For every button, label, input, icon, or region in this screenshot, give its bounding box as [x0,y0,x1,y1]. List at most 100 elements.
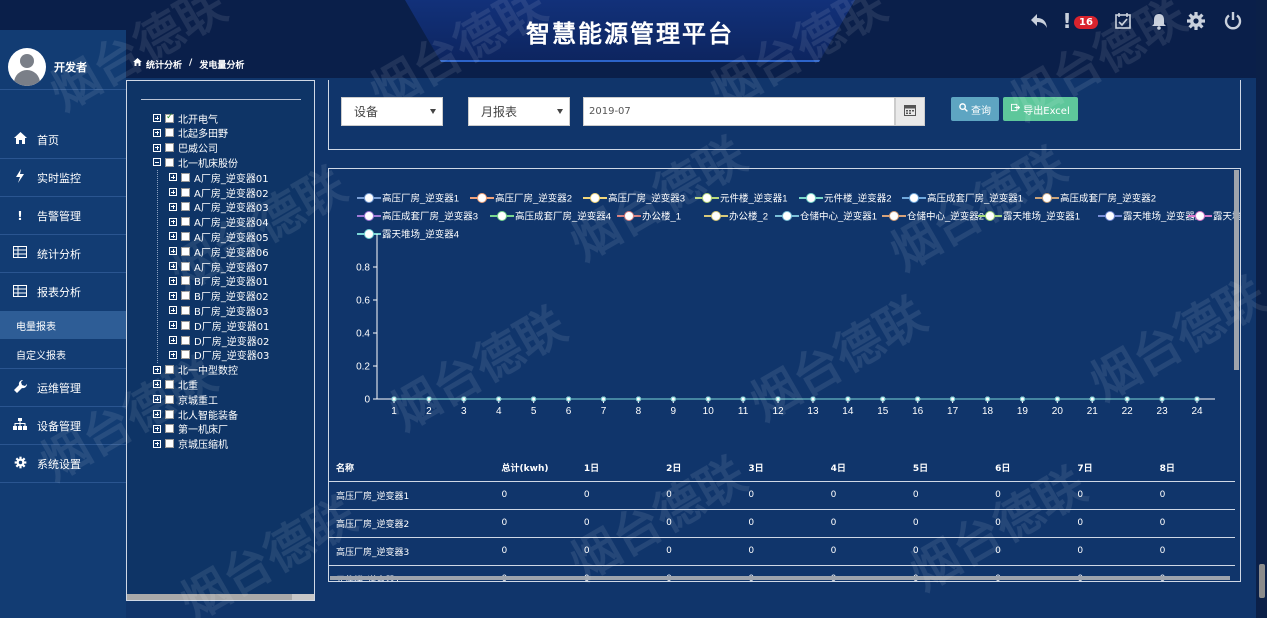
tree-node[interactable]: D厂房_逆变器02 [169,333,269,348]
report-type-select[interactable]: 月报表 [468,97,570,126]
power-icon[interactable] [1222,10,1244,32]
table-cell: 高压厂房_逆变器3 [329,537,495,566]
expand-icon[interactable] [169,336,177,344]
gear-icon[interactable] [1185,10,1207,32]
tree-node[interactable]: 京城压缩机 [153,437,228,451]
menu-item-home[interactable]: 首页 [0,121,126,159]
tree-node-checkbox[interactable] [165,112,174,123]
tree-node-checkbox[interactable] [181,305,190,315]
tree-node[interactable]: A厂房_逆变器06 [169,244,269,259]
avatar[interactable] [8,47,46,86]
date-input[interactable]: 2019-07 [583,97,895,126]
tree-node-checkbox[interactable] [181,291,190,301]
tree-node[interactable]: B厂房_逆变器03 [169,303,269,318]
expand-icon[interactable] [169,306,177,315]
expand-icon[interactable] [169,202,177,211]
collapse-icon[interactable] [153,158,161,167]
alert-icon[interactable]: ! [1060,9,1074,33]
expand-icon[interactable] [169,321,177,330]
tree-node-checkbox[interactable] [181,217,190,227]
calendar-button[interactable] [895,97,925,126]
tree-node-checkbox[interactable] [165,143,174,153]
query-button[interactable]: 查询 [951,97,999,121]
chart-scrollbar-vertical[interactable] [1234,170,1239,370]
tree-node-checkbox[interactable] [165,379,174,389]
tree-node[interactable]: B厂房_逆变器02 [169,289,269,303]
menu-item-realtime-monitor[interactable]: 实时监控 [0,159,126,197]
tree-node-checkbox[interactable] [165,424,174,434]
expand-icon[interactable] [169,173,177,182]
tree-node-checkbox[interactable] [181,172,190,182]
breadcrumb-root[interactable]: 统计分析 [146,58,182,71]
tree-scrollbar-thumb[interactable] [127,594,292,600]
tree-node[interactable]: 北一中型数控 [153,363,238,377]
tree-node[interactable]: 巴威公司 [153,141,218,155]
table-scrollbar-horizontal[interactable] [330,576,1230,580]
tree-node-checkbox[interactable] [181,276,190,286]
tree-node[interactable]: 北起多田野 [153,126,228,140]
tree-node-checkbox[interactable] [165,394,174,404]
calendar-check-icon[interactable] [1112,10,1134,32]
tree-node[interactable]: D厂房_逆变器03 [169,348,269,362]
tree-node[interactable]: 北人智能装备 [153,407,238,422]
expand-icon[interactable] [153,128,161,137]
tree-node[interactable]: 北重 [153,377,198,392]
expand-icon[interactable] [169,350,177,359]
expand-icon[interactable] [169,291,177,300]
tree-node-checkbox[interactable] [181,350,190,360]
expand-icon[interactable] [169,188,177,196]
tree-node[interactable]: D厂房_逆变器01 [169,318,269,333]
tree-node-checkbox[interactable] [181,335,190,345]
tree-node-checkbox[interactable] [165,439,174,449]
bell-icon[interactable] [1148,10,1170,32]
expand-icon[interactable] [153,365,161,374]
tree-node-checkbox[interactable] [165,157,174,167]
tree-node[interactable]: A厂房_逆变器01 [169,170,269,185]
menu-item-report[interactable]: 报表分析 [0,273,126,311]
expand-icon[interactable] [153,143,161,152]
tree-node-checkbox[interactable] [165,409,174,419]
expand-icon[interactable] [169,247,177,256]
tree-node[interactable]: 北一机床股份 [153,155,238,170]
tree-node[interactable]: A厂房_逆变器07 [169,259,269,274]
tree-node-checkbox[interactable] [181,202,190,212]
tree-node-checkbox[interactable] [165,365,174,375]
expand-icon[interactable] [169,217,177,226]
submenu-item-custom-report[interactable]: 自定义报表 [0,340,126,369]
tree-node-checkbox[interactable] [181,246,190,256]
page-scrollbar-track[interactable] [1256,0,1267,618]
expand-icon[interactable] [169,276,177,285]
expand-icon[interactable] [153,114,161,122]
table-cell: 0 [659,509,742,538]
export-excel-button[interactable]: 导出Excel [1003,97,1078,121]
menu-item-settings[interactable]: 系统设置 [0,445,126,483]
page-scrollbar-thumb[interactable] [1259,564,1265,598]
expand-icon[interactable] [169,232,177,241]
tree-node-checkbox[interactable] [181,187,190,197]
tree-node[interactable]: 北开电气 [153,111,218,126]
expand-icon[interactable] [153,380,161,389]
expand-icon[interactable] [153,439,161,448]
expand-icon[interactable] [169,262,177,270]
tree-node[interactable]: A厂房_逆变器03 [169,200,269,214]
device-select[interactable]: 设备 [341,97,443,126]
tree-node[interactable]: 京城重工 [153,392,218,407]
tree-node[interactable]: 第一机床厂 [153,422,228,436]
expand-icon[interactable] [153,424,161,433]
expand-icon[interactable] [153,410,161,418]
menu-item-maintenance[interactable]: 运维管理 [0,369,126,407]
menu-item-alarm[interactable]: ! 告警管理 [0,197,126,235]
tree-node-checkbox[interactable] [181,320,190,330]
back-icon[interactable] [1028,10,1050,32]
tree-node[interactable]: B厂房_逆变器01 [169,274,269,288]
tree-node[interactable]: A厂房_逆变器02 [169,185,269,200]
expand-icon[interactable] [153,395,161,404]
tree-node-checkbox[interactable] [181,231,190,241]
tree-node-checkbox[interactable] [181,261,190,271]
tree-node[interactable]: A厂房_逆变器04 [169,215,269,229]
tree-node[interactable]: A厂房_逆变器05 [169,229,269,244]
submenu-item-energy-report[interactable]: 电量报表 [0,311,126,339]
tree-node-checkbox[interactable] [165,128,174,138]
menu-item-statistics[interactable]: 统计分析 [0,235,126,273]
menu-item-device[interactable]: 设备管理 [0,407,126,445]
